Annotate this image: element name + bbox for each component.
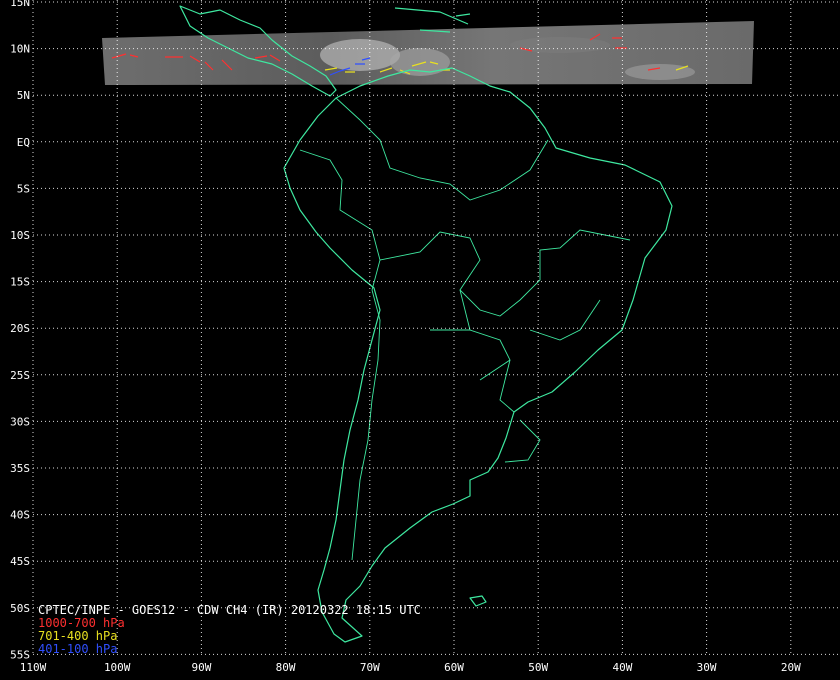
legend-entry-high: 401-100 hPa <box>38 642 118 656</box>
lat-label: 30S <box>10 415 30 428</box>
lon-label: 30W <box>697 661 717 674</box>
lon-label: 80W <box>276 661 296 674</box>
lon-label: 90W <box>191 661 211 674</box>
lat-label: 15S <box>10 276 30 289</box>
map-legend: CPTEC/INPE - GOES12 - CDW CH4 (IR) 20120… <box>38 604 421 656</box>
lat-label: 40S <box>10 509 30 522</box>
lon-label: 70W <box>360 661 380 674</box>
lon-label: 60W <box>444 661 464 674</box>
lat-label: 10S <box>10 229 30 242</box>
lat-label: 20S <box>10 322 30 335</box>
lat-label: 10N <box>10 43 30 56</box>
lat-label: 5N <box>17 89 30 102</box>
lon-label: 100W <box>104 661 131 674</box>
lat-label: 5S <box>17 182 30 195</box>
lon-label: 40W <box>612 661 632 674</box>
lat-label: EQ <box>17 136 30 149</box>
lat-label: 15N <box>10 0 30 9</box>
lat-label: 25S <box>10 369 30 382</box>
lat-label: 45S <box>10 555 30 568</box>
satellite-map: 15N 10N 5N EQ 5S 10S 15S 20S 25S 30S 35S 40S 45S 50S 5… <box>0 0 840 680</box>
lat-label: 50S <box>10 602 30 615</box>
lon-label: 20W <box>781 661 801 674</box>
lat-label: 55S <box>10 648 30 661</box>
lon-label: 110W <box>20 661 47 674</box>
lat-label: 35S <box>10 462 30 475</box>
lon-label: 50W <box>528 661 548 674</box>
